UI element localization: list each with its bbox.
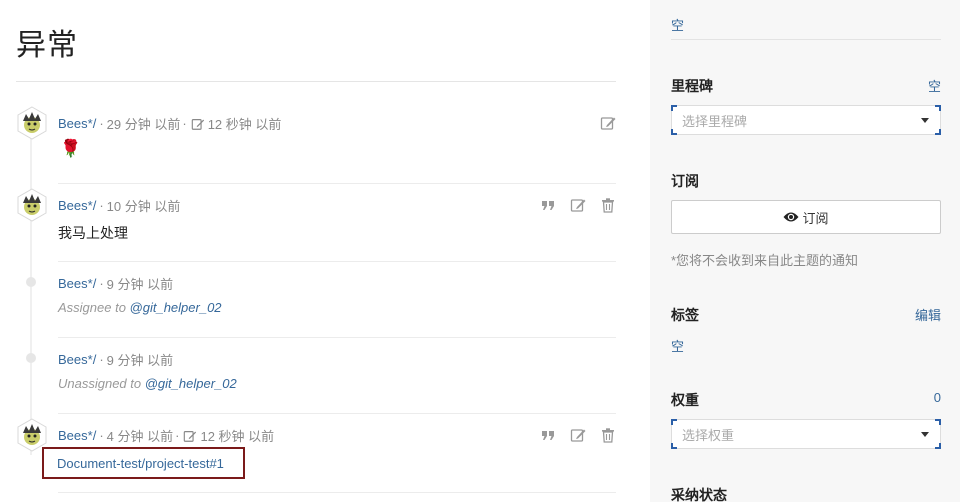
- comment-actions: [540, 427, 616, 443]
- milestone-placeholder: 选择里程碑: [682, 113, 748, 129]
- event-dot: [26, 353, 36, 363]
- entry-divider: [58, 337, 616, 338]
- weight-label: 权重: [671, 392, 699, 408]
- author-link[interactable]: Bees*/: [58, 352, 96, 367]
- edited-icon: [191, 117, 205, 131]
- comment-time: 10 分钟 以前: [106, 199, 181, 214]
- timeline-comment: Bees*/ · 10 分钟 以前 我马上处理: [16, 186, 616, 262]
- subscribe-label: 订阅: [671, 173, 699, 189]
- event-meta: Bees*/ · 9 分钟 以前: [58, 352, 174, 368]
- event-time: 9 分钟 以前: [106, 277, 174, 292]
- entry-divider: [58, 183, 616, 184]
- quote-icon[interactable]: [540, 427, 556, 443]
- comment-time: 4 分钟 以前: [106, 429, 174, 444]
- weight-value: 0: [933, 390, 941, 405]
- entry-divider: [58, 492, 616, 493]
- comment-actions: [600, 115, 616, 131]
- timeline-comment: Bees*/ · 4 分钟 以前 · 12 秒钟 以前 Document-tes…: [16, 416, 616, 502]
- event-text: Assignee to @git_helper_02: [58, 300, 222, 315]
- chevron-down-icon: [921, 118, 929, 123]
- edit-icon[interactable]: [570, 197, 586, 213]
- weight-select[interactable]: 选择权重: [671, 419, 941, 449]
- event-dot: [26, 277, 36, 287]
- event-time: 9 分钟 以前: [106, 353, 174, 368]
- entry-divider: [58, 261, 616, 262]
- author-link[interactable]: Bees*/: [58, 276, 96, 291]
- highlighted-issue-reference: Document-test/project-test#1: [42, 447, 245, 479]
- sidebar-divider: [671, 39, 941, 40]
- trash-icon[interactable]: [600, 427, 616, 443]
- event-text: Unassigned to @git_helper_02: [58, 376, 237, 391]
- tags-value-row: 空: [671, 336, 941, 356]
- top-empty-value: 空: [671, 18, 685, 33]
- event-meta: Bees*/ · 9 分钟 以前: [58, 276, 174, 292]
- edited-icon: [183, 429, 197, 443]
- tags-edit-link[interactable]: 编辑: [915, 305, 941, 324]
- subscribe-button-label: 订阅: [802, 210, 829, 226]
- entry-divider: [58, 413, 616, 414]
- author-link[interactable]: Bees*/: [58, 116, 96, 131]
- chevron-down-icon: [921, 432, 929, 437]
- milestone-section: 里程碑 空: [671, 76, 941, 96]
- title-divider: [16, 81, 616, 82]
- comment-time: 29 分钟 以前: [106, 117, 181, 132]
- user-avatar[interactable]: [16, 106, 48, 140]
- comment-meta: Bees*/ · 10 分钟 以前: [58, 198, 181, 214]
- weight-placeholder: 选择权重: [682, 427, 735, 443]
- comment-body: 我马上处理: [58, 225, 128, 241]
- user-avatar[interactable]: [16, 188, 48, 222]
- tags-value: 空: [671, 339, 685, 354]
- subscribe-section: 订阅: [671, 171, 941, 191]
- adopt-status-section: 采纳状态: [671, 485, 941, 502]
- issue-main: 异常 Bees*/ · 29 分钟 以前 · 12 秒钟 以前 🌹 Bees*/…: [0, 0, 640, 502]
- edited-time: 12 秒钟 以前: [207, 117, 282, 132]
- page-title: 异常: [16, 29, 78, 62]
- edit-icon[interactable]: [570, 427, 586, 443]
- weight-section: 权重 0: [671, 390, 941, 410]
- edit-icon[interactable]: [600, 115, 616, 131]
- issue-sidebar: 空 里程碑 空 选择里程碑 订阅 订阅 *您将不会收到来自此主题的通知 标签 编…: [650, 0, 960, 502]
- timeline-comment: Bees*/ · 29 分钟 以前 · 12 秒钟 以前 🌹: [16, 104, 616, 184]
- author-link[interactable]: Bees*/: [58, 198, 96, 213]
- tags-label: 标签: [671, 307, 699, 323]
- comment-actions: [540, 197, 616, 213]
- sidebar-top-value-row: 空: [671, 15, 941, 35]
- tags-section: 标签 编辑: [671, 305, 941, 325]
- quote-icon[interactable]: [540, 197, 556, 213]
- comment-meta: Bees*/ · 4 分钟 以前 · 12 秒钟 以前: [58, 428, 275, 444]
- subscribe-button[interactable]: 订阅: [671, 200, 941, 234]
- issue-reference-link[interactable]: Document-test/project-test#1: [57, 456, 224, 471]
- milestone-label: 里程碑: [671, 78, 713, 94]
- eye-icon: [783, 211, 799, 223]
- trash-icon[interactable]: [600, 197, 616, 213]
- adopt-status-label: 采纳状态: [671, 487, 727, 502]
- subscribe-note: *您将不会收到来自此主题的通知: [671, 253, 859, 268]
- rose-emoji: 🌹: [60, 139, 82, 158]
- user-mention-link[interactable]: @git_helper_02: [130, 300, 222, 315]
- comment-meta: Bees*/ · 29 分钟 以前 · 12 秒钟 以前: [58, 116, 282, 132]
- timeline-event: Bees*/ · 9 分钟 以前 Assignee to @git_helper…: [16, 264, 616, 338]
- milestone-select[interactable]: 选择里程碑: [671, 105, 941, 135]
- edited-time: 12 秒钟 以前: [200, 429, 275, 444]
- milestone-value: 空: [927, 79, 941, 94]
- author-link[interactable]: Bees*/: [58, 428, 96, 443]
- user-mention-link[interactable]: @git_helper_02: [145, 376, 237, 391]
- timeline-event: Bees*/ · 9 分钟 以前 Unassigned to @git_help…: [16, 340, 616, 414]
